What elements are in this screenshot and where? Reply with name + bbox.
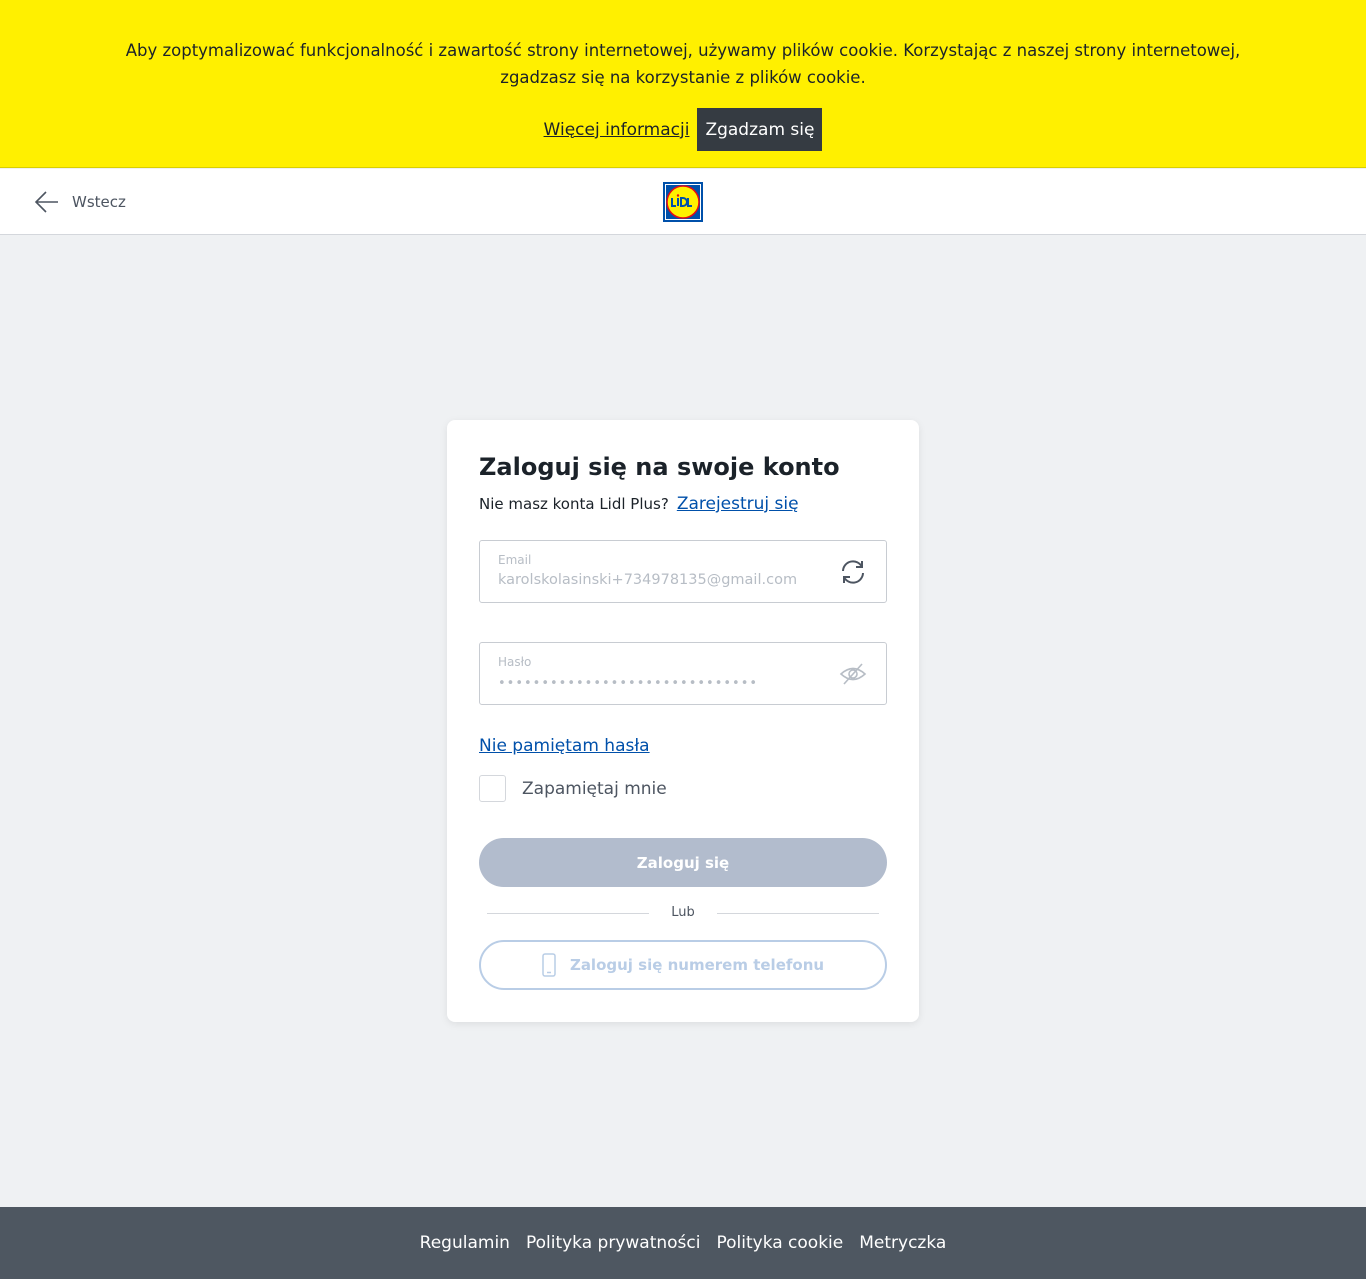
eye-off-icon[interactable]: [838, 659, 868, 689]
phone-login-label: Zaloguj się numerem telefonu: [569, 956, 825, 974]
login-button[interactable]: Zaloguj się: [479, 838, 887, 887]
cookie-banner: Aby zoptymalizować funkcjonalność i zawa…: [0, 0, 1366, 168]
email-label: Email: [498, 553, 532, 567]
register-link[interactable]: Zarejestruj się: [677, 494, 799, 514]
password-field[interactable]: Hasło: [479, 642, 887, 705]
email-field[interactable]: Email: [479, 540, 887, 603]
login-card: Zaloguj się na swoje konto Nie masz kont…: [447, 420, 919, 1022]
refresh-icon[interactable]: [838, 557, 868, 587]
smartphone-icon: [542, 953, 556, 977]
divider-line-right: [717, 913, 879, 914]
or-divider: Lub: [487, 904, 879, 924]
lidl-logo[interactable]: [663, 182, 703, 222]
footer-link-cookie-policy[interactable]: Polityka cookie: [716, 1233, 843, 1253]
remember-me-label: Zapamiętaj mnie: [522, 778, 667, 799]
footer-link-regulamin[interactable]: Regulamin: [420, 1233, 510, 1253]
accept-cookies-button[interactable]: Zgadzam się: [697, 108, 823, 151]
cookie-actions: Więcej informacji Zgadzam się: [0, 108, 1366, 151]
password-label: Hasło: [498, 655, 532, 669]
cookie-message-line2: zgadzasz się na korzystanie z plików coo…: [500, 68, 866, 87]
back-button[interactable]: Wstecz: [34, 189, 126, 215]
remember-me[interactable]: Zapamiętaj mnie: [479, 775, 667, 802]
login-title: Zaloguj się na swoje konto: [479, 453, 840, 481]
password-input[interactable]: [498, 676, 828, 691]
footer-link-metryczka[interactable]: Metryczka: [859, 1233, 946, 1253]
no-account-text: Nie masz konta Lidl Plus?: [479, 495, 669, 513]
back-label: Wstecz: [72, 193, 126, 211]
remember-me-checkbox[interactable]: [479, 775, 506, 802]
footer-link-privacy-policy[interactable]: Polityka prywatności: [526, 1233, 701, 1253]
arrow-left-icon: [34, 191, 58, 213]
register-row: Nie masz konta Lidl Plus? Zarejestruj si…: [479, 494, 799, 514]
more-info-link[interactable]: Więcej informacji: [544, 120, 690, 140]
email-input[interactable]: [498, 572, 828, 588]
phone-login-button[interactable]: Zaloguj się numerem telefonu: [479, 940, 887, 990]
forgot-password-link[interactable]: Nie pamiętam hasła: [479, 736, 650, 756]
top-header: Wstecz: [0, 169, 1366, 235]
cookie-message-line1: Aby zoptymalizować funkcjonalność i zawa…: [125, 41, 1241, 60]
footer: Regulamin Polityka prywatności Polityka …: [0, 1207, 1366, 1279]
cookie-message: Aby zoptymalizować funkcjonalność i zawa…: [100, 37, 1266, 91]
